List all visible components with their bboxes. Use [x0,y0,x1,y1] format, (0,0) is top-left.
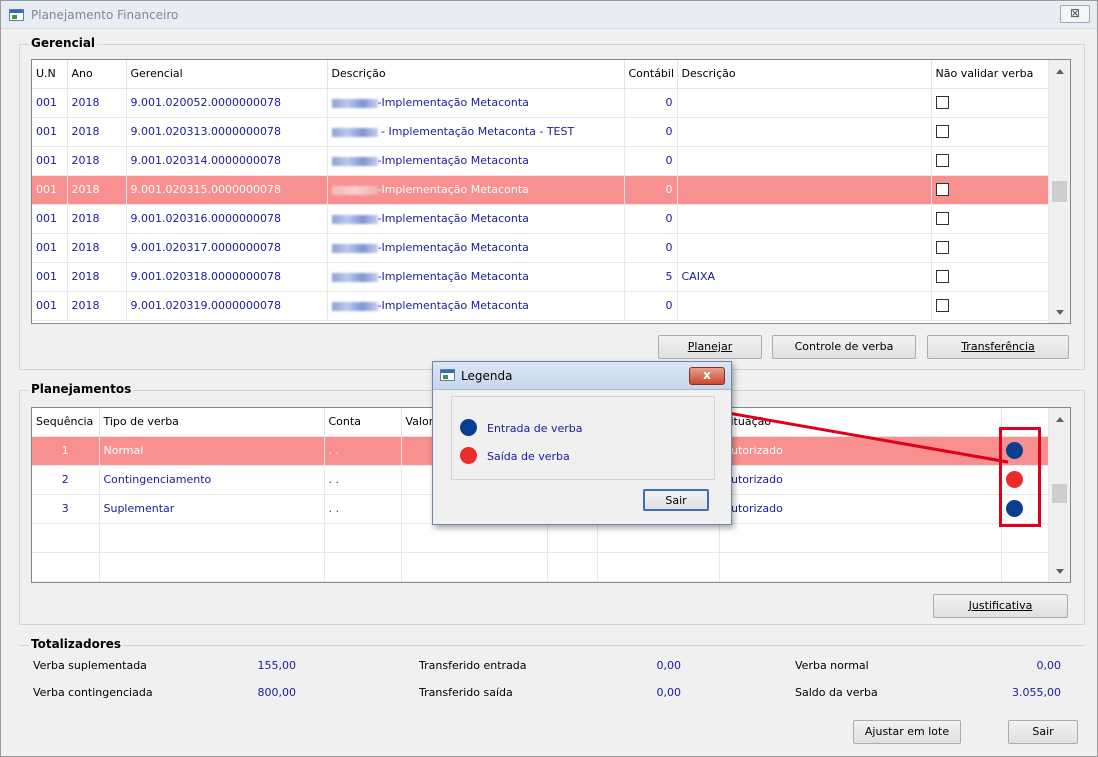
legenda-title: Legenda [461,369,513,383]
legenda-close-button[interactable]: x [689,367,725,385]
legenda-frame [451,396,715,480]
saida-verba-dot-icon [460,447,477,464]
legenda-app-icon [440,369,455,381]
entrada-verba-label: Entrada de verba [487,422,583,435]
legenda-dialog: Legenda x Entrada de verba Saída de verb… [432,361,732,525]
legenda-sair-button[interactable]: Sair [643,489,709,511]
entrada-verba-dot-icon [460,419,477,436]
saida-verba-label: Saída de verba [487,450,570,463]
